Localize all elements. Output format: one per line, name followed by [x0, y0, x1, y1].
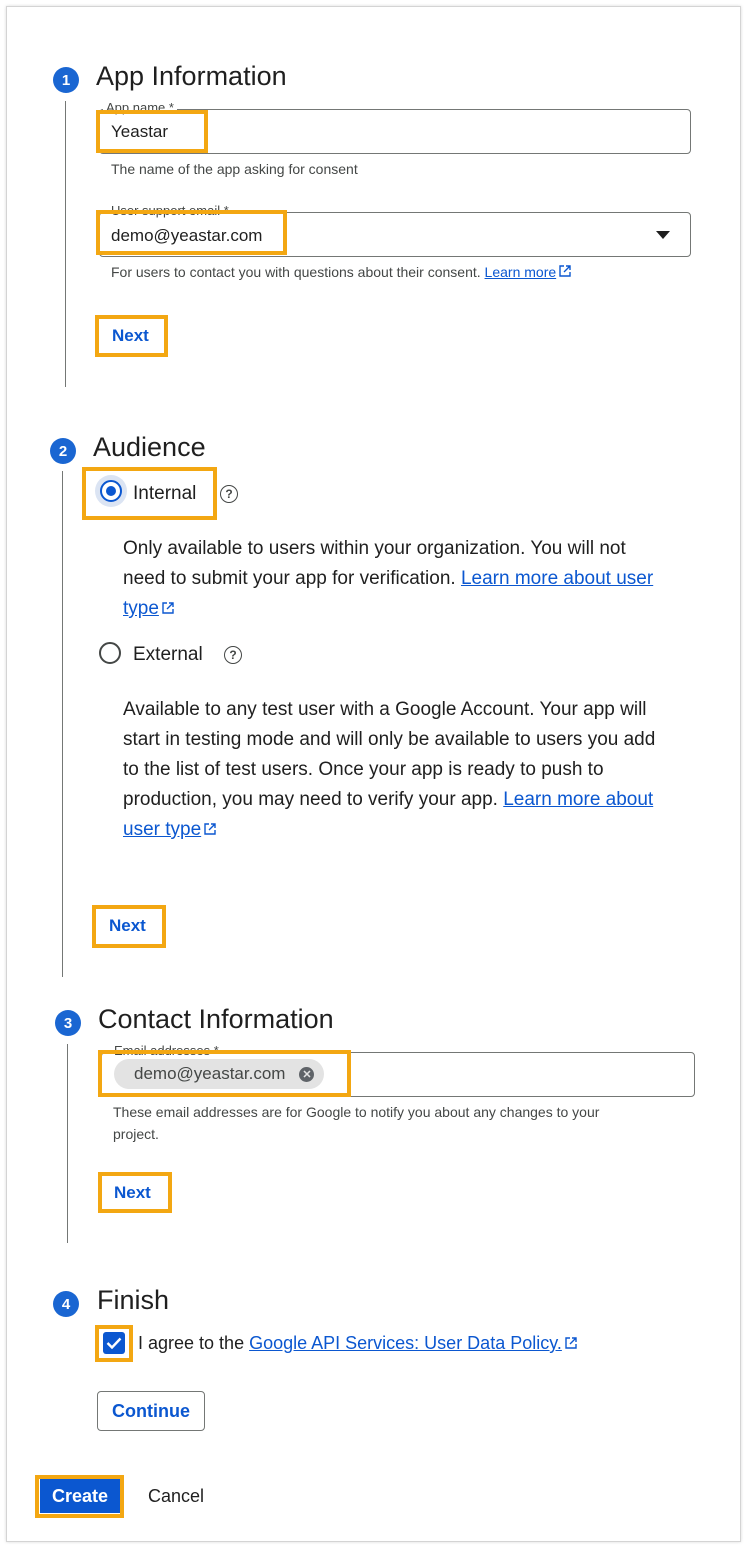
external-description: Available to any test user with a Google…: [123, 695, 713, 845]
external-link-icon: [162, 602, 174, 614]
desc-line: production, you may need to verify your …: [123, 789, 498, 810]
highlight-box: [98, 1050, 351, 1097]
internal-description: Only available to users within your orga…: [123, 534, 703, 624]
help-icon[interactable]: ?: [224, 646, 242, 664]
external-radio[interactable]: [99, 642, 121, 664]
step-number-badge: 1: [53, 67, 79, 93]
step-title: Audience: [93, 432, 206, 462]
step-connector-line: [67, 1044, 68, 1243]
helper-line: These email addresses are for Google to …: [113, 1104, 600, 1120]
desc-line: start in testing mode and will only be a…: [123, 729, 656, 750]
user-type-link[interactable]: user type: [123, 819, 201, 840]
desc-line: Available to any test user with a Google…: [123, 699, 647, 720]
step-title: Finish: [97, 1285, 170, 1315]
highlight-box: [98, 1172, 172, 1213]
continue-button[interactable]: Continue: [97, 1391, 205, 1431]
dropdown-arrow-icon[interactable]: [656, 231, 670, 239]
agree-text-row: I agree to the Google API Services: User…: [138, 1333, 577, 1354]
learn-more-about-link[interactable]: Learn more about: [503, 789, 653, 810]
desc-line: need to submit your app for verification…: [123, 568, 456, 589]
highlight-box: [96, 110, 208, 153]
email-helper: These email addresses are for Google to …: [113, 1101, 599, 1145]
help-icon[interactable]: ?: [220, 485, 238, 503]
highlight-box: [92, 905, 166, 948]
highlight-box: [95, 315, 168, 357]
desc-line: Only available to users within your orga…: [123, 538, 626, 559]
learn-more-link[interactable]: Learn more: [485, 264, 557, 280]
step-number-badge: 4: [53, 1291, 79, 1317]
external-label[interactable]: External: [133, 644, 203, 666]
helper-line: project.: [113, 1126, 159, 1142]
support-email-helper: For users to contact you with questions …: [111, 261, 571, 283]
highlight-box: [95, 1325, 133, 1362]
highlight-box: [96, 210, 287, 255]
desc-line: to the list of test users. Once your app…: [123, 759, 604, 780]
learn-more-user-type-link[interactable]: Learn more about user: [461, 568, 653, 589]
highlight-box: [82, 467, 217, 520]
external-link-icon: [204, 823, 216, 835]
step-connector-line: [62, 471, 63, 977]
cancel-button[interactable]: Cancel: [148, 1486, 204, 1507]
external-link-icon: [565, 1337, 577, 1349]
policy-link[interactable]: Google API Services: User Data Policy.: [249, 1333, 562, 1353]
app-name-helper: The name of the app asking for consent: [111, 161, 358, 177]
step-number-badge: 2: [50, 438, 76, 464]
step-title: App Information: [96, 61, 287, 91]
external-link-icon: [559, 265, 571, 277]
highlight-box: [35, 1475, 124, 1518]
step-number-badge: 3: [55, 1010, 81, 1036]
learn-more-user-type-link-cont[interactable]: type: [123, 598, 159, 619]
step-title: Contact Information: [98, 1004, 334, 1034]
support-email-helper-text: For users to contact you with questions …: [111, 264, 481, 280]
agree-text: I agree to the: [138, 1333, 245, 1353]
step-connector-line: [65, 101, 66, 387]
